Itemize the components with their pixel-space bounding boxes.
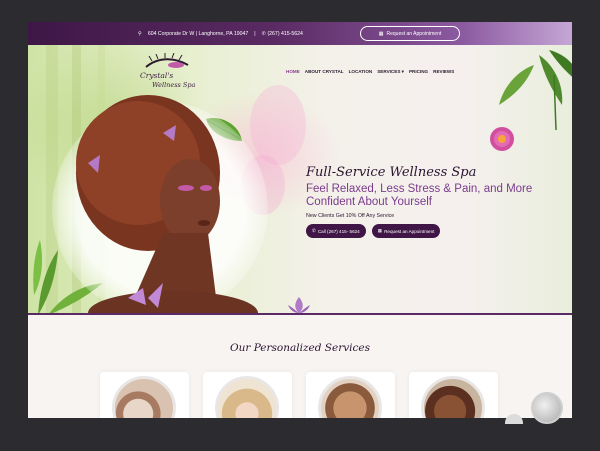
nav-reviews[interactable]: REVIEWS [433, 69, 454, 75]
call-button[interactable]: ✆ Call (267) 415- 5624 [306, 224, 366, 238]
service-card-facial[interactable] [100, 372, 189, 418]
phone-link[interactable]: ✆ (267) 415-5624 [262, 31, 303, 37]
hero-text-block: Full-Service Wellness Spa Feel Relaxed, … [306, 165, 566, 238]
nav-home[interactable]: HOME [286, 69, 300, 75]
bamboo-leaves-right [499, 50, 572, 131]
phone-icon: ✆ [261, 30, 266, 37]
request-appointment-top-button[interactable]: ▦ Request an Appointment [360, 26, 460, 41]
main-nav: HOME ABOUT CRYSTAL LOCATION SERVICES ▾ P… [286, 69, 454, 75]
lotus-icon [288, 297, 310, 313]
site-logo[interactable]: Crystal's Wellness Spa [138, 53, 196, 97]
hero-divider [28, 313, 572, 315]
accessibility-widget-button[interactable] [531, 392, 563, 424]
pink-flower-icon [490, 127, 514, 151]
service-cards [100, 372, 498, 418]
address-text: 604 Corporate Dr W | Langhorne, PA 19047 [147, 30, 249, 37]
calendar-icon: ▦ [377, 228, 383, 233]
nav-pricing[interactable]: PRICING [409, 69, 428, 75]
facial-service-image [112, 376, 176, 418]
eyelash-logo-icon [145, 53, 189, 68]
nav-location[interactable]: LOCATION [349, 69, 373, 75]
service-card-massage[interactable] [409, 372, 498, 418]
nav-about[interactable]: ABOUT CRYSTAL [305, 69, 344, 75]
website-viewport: ⚲ 604 Corporate Dr W | Langhorne, PA 190… [28, 22, 572, 418]
request-appointment-button[interactable]: ▦ Request an Appointment [371, 224, 441, 238]
massage-service-image [421, 376, 485, 418]
separator: | [254, 30, 256, 37]
phone-icon: ✆ [312, 228, 316, 233]
service-card-hair[interactable] [203, 372, 292, 418]
woman-portrait-image [76, 95, 258, 313]
top-contact-bar: ⚲ 604 Corporate Dr W | Langhorne, PA 190… [28, 22, 572, 45]
new-client-offer: New Clients Get 10% Off Any Service [306, 213, 395, 219]
logo-line2: Wellness Spa [152, 81, 196, 89]
logo-line1: Crystal's [140, 71, 174, 80]
hero-title: Full-Service Wellness Spa [306, 165, 477, 180]
hero-subtitle: Feel Relaxed, Less Stress & Pain, and Mo… [306, 183, 533, 208]
services-heading: Our Personalized Services [229, 342, 370, 354]
hero-section: Crystal's Wellness Spa HOME ABOUT CRYSTA… [28, 45, 572, 317]
map-pin-icon: ⚲ [138, 30, 142, 37]
lashes-service-image [318, 376, 382, 418]
hair-service-image [215, 376, 279, 418]
service-card-lashes[interactable] [306, 372, 395, 418]
nav-services[interactable]: SERVICES ▾ [377, 69, 404, 75]
calendar-icon: ▦ [378, 30, 384, 37]
